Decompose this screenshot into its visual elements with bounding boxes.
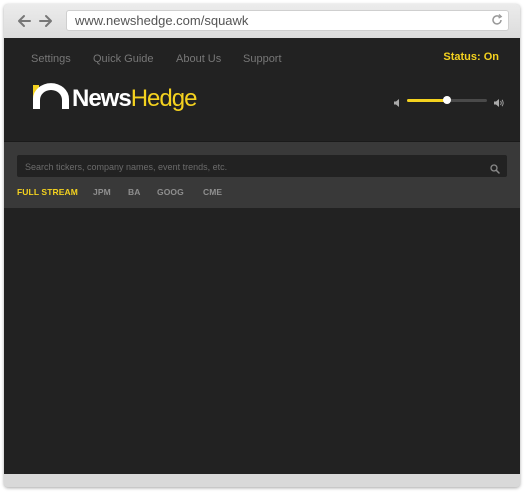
forward-arrow-icon[interactable] — [38, 12, 54, 30]
volume-slider[interactable] — [407, 96, 487, 104]
search-panel: FULL STREAM JPM BA GOOG CME — [4, 142, 520, 208]
back-arrow-icon[interactable] — [16, 12, 32, 30]
tab-cme[interactable]: CME — [203, 187, 222, 197]
volume-control[interactable] — [393, 94, 505, 107]
tab-jpm[interactable]: JPM — [93, 187, 111, 197]
volume-slider-thumb[interactable] — [443, 96, 451, 104]
nav-about-us[interactable]: About Us — [176, 53, 221, 65]
nav-settings[interactable]: Settings — [31, 53, 71, 65]
browser-window: www.newshedge.com/squawk Settings Quick … — [4, 4, 520, 487]
logo-wordmark: NewsHedge — [72, 85, 198, 113]
nav-quick-guide[interactable]: Quick Guide — [93, 53, 154, 65]
reload-icon[interactable] — [490, 13, 504, 27]
search-icon[interactable] — [490, 161, 500, 174]
status-indicator: Status: On — [443, 51, 499, 63]
logo-hedge-text: Hedge — [130, 85, 198, 112]
nav-support[interactable]: Support — [243, 53, 282, 65]
newshedge-logo[interactable]: NewsHedge — [31, 83, 201, 113]
volume-high-icon[interactable] — [493, 95, 504, 107]
search-input[interactable] — [23, 157, 482, 177]
tab-goog[interactable]: GOOG — [157, 187, 184, 197]
volume-slider-fill — [407, 99, 447, 102]
volume-low-icon[interactable] — [393, 95, 403, 107]
logo-arch-icon — [31, 83, 71, 118]
url-text: www.newshedge.com/squawk — [75, 13, 249, 28]
tab-full-stream[interactable]: FULL STREAM — [17, 187, 78, 197]
address-bar[interactable]: www.newshedge.com/squawk — [66, 10, 509, 31]
browser-toolbar: www.newshedge.com/squawk — [4, 4, 520, 39]
search-box — [17, 155, 507, 177]
tab-ba[interactable]: BA — [128, 187, 140, 197]
browser-bottom-bar — [4, 474, 520, 487]
app-viewport: Settings Quick Guide About Us Support St… — [4, 38, 520, 474]
logo-news-text: News — [72, 85, 132, 112]
top-navigation: Settings Quick Guide About Us Support St… — [4, 38, 520, 72]
